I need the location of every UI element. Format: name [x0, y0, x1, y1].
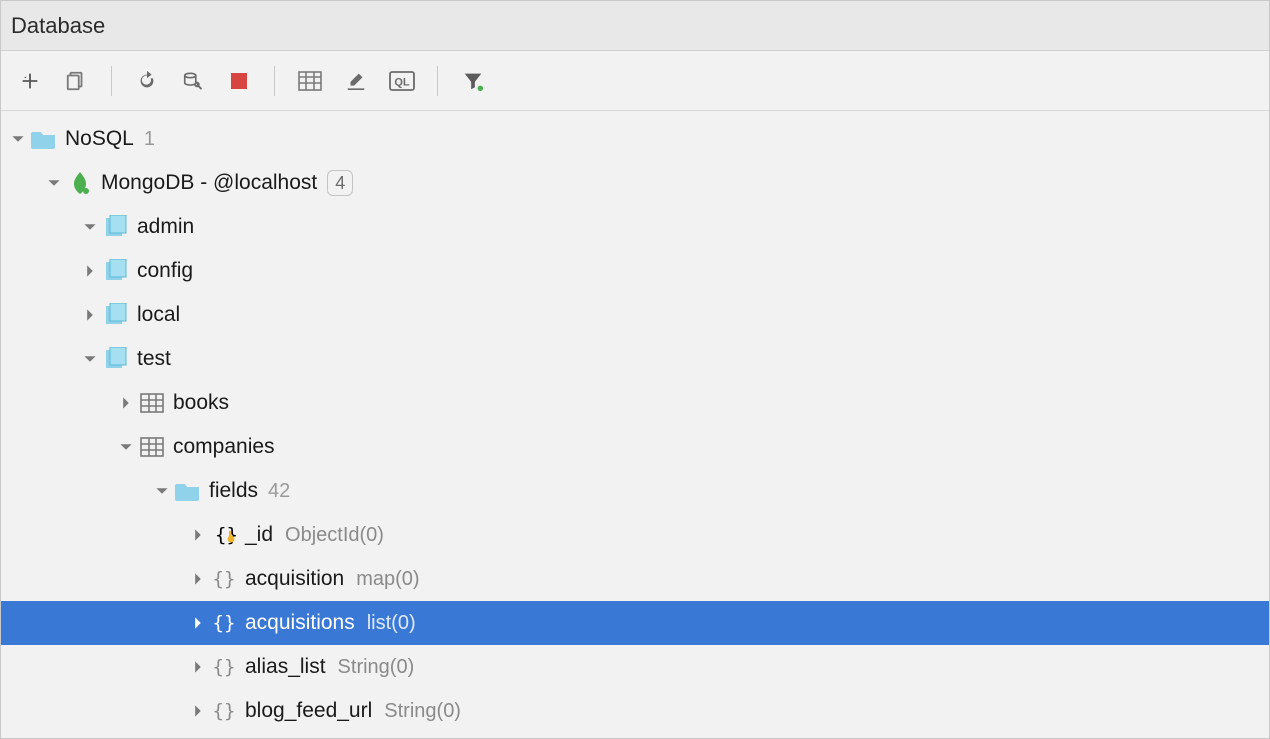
tree-root-nosql[interactable]: NoSQL 1 — [1, 117, 1269, 161]
chevron-down-icon — [43, 176, 65, 190]
field-icon: {} — [209, 656, 239, 678]
chevron-right-icon — [187, 704, 209, 718]
plus-icon — [19, 70, 41, 92]
tree-label: NoSQL — [65, 127, 134, 151]
tree-label: fields — [209, 479, 258, 503]
tree-fields-group[interactable]: fields 42 — [1, 469, 1269, 513]
stop-button[interactable] — [224, 66, 254, 96]
svg-text:QL: QL — [394, 76, 410, 88]
tree-db-admin[interactable]: admin — [1, 205, 1269, 249]
tree-db-local[interactable]: local — [1, 293, 1269, 337]
tree-label: test — [137, 347, 171, 371]
folder-icon — [29, 128, 59, 150]
database-tree: NoSQL 1 MongoDB - @localhost 4 admin — [1, 111, 1269, 733]
chevron-right-icon — [187, 660, 209, 674]
tree-collection-companies[interactable]: companies — [1, 425, 1269, 469]
panel-title-text: Database — [11, 13, 105, 39]
chevron-right-icon — [115, 396, 137, 410]
duplicate-button[interactable] — [61, 66, 91, 96]
tree-field-acquisitions[interactable]: {} acquisitions list(0) — [1, 601, 1269, 645]
field-name: acquisition — [245, 567, 344, 591]
chevron-right-icon — [187, 616, 209, 630]
ql-icon: QL — [389, 71, 415, 91]
field-type: list(0) — [367, 612, 416, 635]
field-name: blog_feed_url — [245, 699, 372, 723]
chevron-right-icon — [187, 528, 209, 542]
tree-db-test[interactable]: test — [1, 337, 1269, 381]
filter-icon — [462, 70, 484, 92]
toolbar-separator — [274, 66, 275, 96]
count: 1 — [144, 128, 155, 151]
chevron-right-icon — [79, 264, 101, 278]
folder-icon — [173, 480, 203, 502]
toolbar: QL — [1, 51, 1269, 111]
field-name: alias_list — [245, 655, 326, 679]
count: 42 — [268, 480, 290, 503]
chevron-down-icon — [79, 352, 101, 366]
chevron-down-icon — [79, 220, 101, 234]
toolbar-separator — [437, 66, 438, 96]
chevron-down-icon — [7, 132, 29, 146]
wrench-db-icon — [181, 70, 205, 92]
chevron-right-icon — [187, 572, 209, 586]
tree-connection-mongodb[interactable]: MongoDB - @localhost 4 — [1, 161, 1269, 205]
field-icon: {} — [209, 568, 239, 590]
duplicate-icon — [65, 70, 87, 92]
refresh-icon — [136, 70, 158, 92]
field-name: _id — [245, 523, 273, 547]
tree-db-config[interactable]: config — [1, 249, 1269, 293]
field-type: String(0) — [338, 656, 415, 679]
tree-label: admin — [137, 215, 194, 239]
panel-title: Database — [1, 1, 1269, 51]
mongodb-leaf-icon — [65, 171, 95, 195]
tree-collection-books[interactable]: books — [1, 381, 1269, 425]
field-type: String(0) — [384, 700, 461, 723]
filter-button[interactable] — [458, 66, 488, 96]
ql-button[interactable]: QL — [387, 66, 417, 96]
tree-label: MongoDB - @localhost — [101, 171, 317, 195]
edit-button[interactable] — [341, 66, 371, 96]
pencil-icon — [345, 70, 367, 92]
schema-icon — [101, 303, 131, 327]
tree-field-acquisition[interactable]: {} acquisition map(0) — [1, 557, 1269, 601]
chevron-down-icon — [151, 484, 173, 498]
tree-label: companies — [173, 435, 275, 459]
tree-field-blog-feed-url[interactable]: {} blog_feed_url String(0) — [1, 689, 1269, 733]
count-badge: 4 — [327, 170, 353, 196]
schema-icon — [101, 259, 131, 283]
schema-icon — [101, 347, 131, 371]
stop-icon — [230, 72, 248, 90]
schema-icon — [101, 215, 131, 239]
add-button[interactable] — [15, 66, 45, 96]
toolbar-separator — [111, 66, 112, 96]
table-icon — [298, 71, 322, 91]
field-type: map(0) — [356, 568, 419, 591]
chevron-right-icon — [79, 308, 101, 322]
diagnose-button[interactable] — [178, 66, 208, 96]
tree-label: config — [137, 259, 193, 283]
field-type: ObjectId(0) — [285, 524, 384, 547]
tree-field-alias-list[interactable]: {} alias_list String(0) — [1, 645, 1269, 689]
tree-field-id[interactable]: {} _id ObjectId(0) — [1, 513, 1269, 557]
tree-label: local — [137, 303, 180, 327]
tree-label: books — [173, 391, 229, 415]
key-field-icon: {} — [209, 524, 239, 546]
refresh-button[interactable] — [132, 66, 162, 96]
field-name: acquisitions — [245, 611, 355, 635]
table-view-button[interactable] — [295, 66, 325, 96]
collection-icon — [137, 436, 167, 458]
field-icon: {} — [209, 612, 239, 634]
svg-text:{}: {} — [215, 524, 237, 546]
chevron-down-icon — [115, 440, 137, 454]
collection-icon — [137, 392, 167, 414]
field-icon: {} — [209, 700, 239, 722]
